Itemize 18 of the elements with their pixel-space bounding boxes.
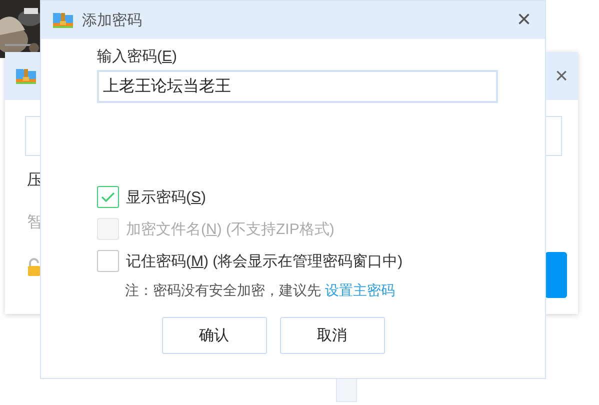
field-label: 输入密码(E)	[97, 47, 178, 67]
checkbox-label: 显示密码(S)	[126, 188, 206, 206]
archive-icon	[15, 66, 37, 86]
primary-button[interactable]	[545, 252, 567, 298]
check-icon	[101, 192, 115, 202]
checkbox-label: 加密文件名(N) (不支持ZIP格式)	[126, 220, 334, 238]
cancel-button[interactable]: 取消	[280, 317, 384, 354]
window-title: 添加密码	[82, 10, 143, 30]
note-text: 注：密码没有安全加密，建议先	[125, 282, 321, 300]
lock-icon	[27, 258, 41, 276]
checkbox-label: 记住密码(M) (将会显示在管理密码窗口中)	[126, 252, 403, 270]
checkbox[interactable]	[97, 186, 119, 208]
archive-icon	[52, 10, 74, 30]
checkbox[interactable]	[97, 250, 119, 272]
confirm-button[interactable]: 确认	[162, 317, 266, 354]
close-button[interactable]: ×	[555, 65, 568, 87]
close-button[interactable]: ×	[512, 8, 535, 32]
password-field[interactable]: 上老王论坛当老王	[97, 70, 498, 103]
